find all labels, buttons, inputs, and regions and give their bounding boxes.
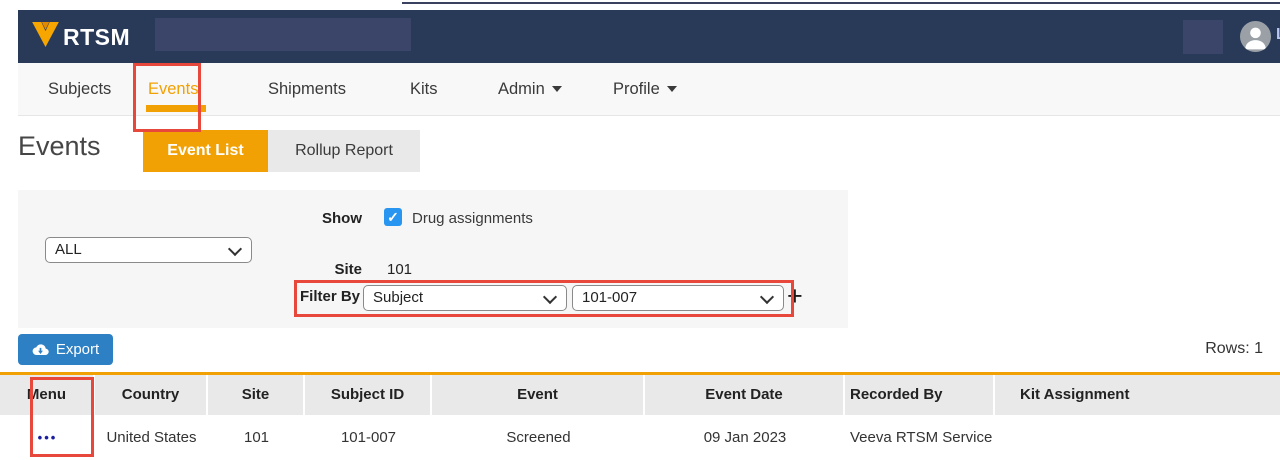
col-header-subject-id[interactable]: Subject ID: [305, 375, 432, 415]
table-header-row: Menu Country Site Subject ID Event Event…: [0, 375, 1280, 415]
col-header-menu[interactable]: Menu: [0, 375, 95, 415]
row-site: 101: [208, 415, 305, 460]
col-header-kit-assignment[interactable]: Kit Assignment: [995, 375, 1280, 415]
show-label: Show: [298, 210, 362, 227]
col-header-site[interactable]: Site: [208, 375, 305, 415]
chevron-down-icon: [667, 86, 677, 92]
study-name-redacted: [155, 18, 411, 51]
drug-assignments-checkbox[interactable]: [384, 208, 402, 226]
rows-count: Rows: 1: [1205, 340, 1263, 358]
export-button-label: Export: [56, 341, 99, 358]
col-header-country[interactable]: Country: [95, 375, 208, 415]
add-filter-button[interactable]: +: [787, 281, 803, 311]
nav-tab-kits[interactable]: Kits: [410, 63, 438, 115]
status-filter-value: ALL: [55, 241, 82, 258]
col-header-recorded-by[interactable]: Recorded By: [845, 375, 995, 415]
drug-assignments-label: Drug assignments: [412, 210, 533, 227]
row-event: Screened: [432, 415, 645, 460]
filter-field-value: Subject: [373, 289, 423, 306]
active-tab-underline: [146, 105, 206, 112]
row-country: United States: [95, 415, 208, 460]
filter-value-select[interactable]: 101-007: [572, 285, 784, 311]
nav-tab-admin-label: Admin: [498, 80, 545, 98]
filter-value-value: 101-007: [582, 289, 637, 306]
header-item-redacted: [1183, 20, 1223, 54]
filter-by-label: Filter By: [296, 288, 360, 305]
chevron-down-icon: [543, 290, 557, 304]
nav-tab-profile-label: Profile: [613, 80, 660, 98]
row-menu-cell: •••: [0, 415, 95, 460]
status-filter-select[interactable]: ALL: [45, 237, 252, 263]
row-menu-button[interactable]: •••: [38, 430, 58, 445]
site-label: Site: [298, 261, 362, 278]
export-button[interactable]: Export: [18, 334, 113, 365]
chevron-down-icon: [552, 86, 562, 92]
site-value: 101: [387, 261, 412, 278]
col-header-event-date[interactable]: Event Date: [645, 375, 845, 415]
app-logo-text: RTSM: [63, 24, 130, 51]
nav-tab-profile[interactable]: Profile: [613, 63, 677, 115]
username-partial: L: [1276, 26, 1280, 44]
row-event-date: 09 Jan 2023: [645, 415, 845, 460]
chevron-down-icon: [228, 242, 242, 256]
app-logo[interactable]: RTSM: [32, 22, 130, 52]
row-kit-assignment: [995, 415, 1280, 460]
nav-tab-shipments[interactable]: Shipments: [268, 63, 346, 115]
filter-field-select[interactable]: Subject: [363, 285, 567, 311]
tab-event-list[interactable]: Event List: [143, 130, 268, 172]
veeva-v-logo-icon: [32, 22, 59, 52]
events-table: Menu Country Site Subject ID Event Event…: [0, 372, 1280, 460]
col-header-event[interactable]: Event: [432, 375, 645, 415]
page-title: Events: [18, 131, 101, 162]
chevron-down-icon: [760, 290, 774, 304]
nav-tab-admin[interactable]: Admin: [498, 63, 562, 115]
user-avatar[interactable]: [1240, 21, 1271, 52]
app-header: RTSM L: [18, 10, 1280, 63]
nav-tab-subjects[interactable]: Subjects: [48, 63, 111, 115]
tab-rollup-report[interactable]: Rollup Report: [268, 130, 420, 172]
window-top-edge: [402, 2, 1280, 4]
main-nav: Subjects Events Shipments Kits Admin Pro…: [18, 63, 1280, 116]
cloud-download-icon: [32, 343, 49, 357]
table-row: ••• United States 101 101-007 Screened 0…: [0, 415, 1280, 460]
row-subject-id: 101-007: [305, 415, 432, 460]
row-recorded-by: Veeva RTSM Service: [845, 415, 995, 460]
